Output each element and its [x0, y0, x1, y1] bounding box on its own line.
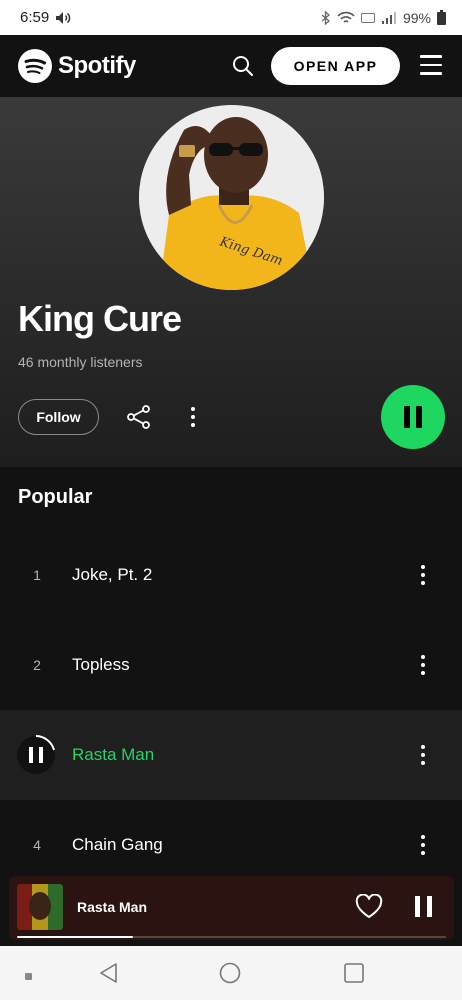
signal-icon [381, 11, 397, 25]
open-app-button[interactable]: OPEN APP [271, 47, 400, 85]
track-row[interactable]: 2 Topless [0, 620, 462, 710]
artist-avatar: King Dam [139, 105, 324, 290]
brand-name: Spotify [58, 52, 136, 79]
track-title: Rasta Man [72, 745, 155, 764]
search-icon[interactable] [232, 55, 256, 79]
album-art [17, 884, 63, 930]
follow-button[interactable]: Follow [18, 399, 99, 435]
now-playing-pause-icon[interactable] [16, 735, 56, 775]
track-number: 1 [33, 567, 41, 583]
track-more-icon[interactable] [413, 743, 433, 767]
artist-hero: King Dam King Cure 46 monthly listeners … [0, 97, 462, 467]
spotify-logo[interactable]: Spotify [18, 49, 136, 83]
heart-icon[interactable] [355, 893, 383, 920]
track-more-icon[interactable] [413, 833, 433, 857]
track-number: 2 [33, 657, 41, 673]
track-title: Topless [72, 655, 130, 674]
track-row[interactable]: 1 Joke, Pt. 2 [0, 530, 462, 620]
popular-heading: Popular [18, 486, 93, 508]
progress-fill [17, 936, 133, 938]
recents-dot-icon [25, 968, 33, 986]
monthly-listeners: 46 monthly listeners [18, 354, 143, 370]
mini-player[interactable]: Rasta Man [9, 876, 454, 940]
wifi-icon [337, 11, 355, 25]
progress-bar[interactable] [17, 936, 446, 938]
status-time: 6:59 [20, 9, 50, 26]
spotify-logo-icon [18, 49, 52, 83]
hamburger-menu-icon[interactable] [420, 55, 442, 77]
more-vertical-icon[interactable] [183, 404, 203, 430]
share-icon[interactable] [126, 404, 152, 430]
volume-icon [55, 11, 71, 25]
track-number: 4 [33, 837, 41, 853]
track-title: Joke, Pt. 2 [72, 565, 153, 584]
track-title: Chain Gang [72, 835, 163, 854]
status-bar: 6:59 99% [0, 0, 462, 35]
bluetooth-icon [321, 10, 331, 25]
system-nav-bar [0, 946, 462, 1000]
overview-icon[interactable] [343, 962, 365, 989]
hd-icon [360, 12, 375, 24]
artist-name: King Cure [18, 298, 182, 339]
pause-icon [404, 406, 422, 428]
track-row-playing[interactable]: Rasta Man [0, 710, 462, 800]
player-track-title: Rasta Man [77, 899, 148, 915]
battery-level: 99% [402, 9, 431, 26]
home-icon[interactable] [219, 962, 241, 989]
track-more-icon[interactable] [413, 563, 433, 587]
battery-icon [437, 10, 446, 25]
back-icon[interactable] [98, 962, 120, 989]
app-header: Spotify OPEN APP [0, 35, 462, 97]
track-more-icon[interactable] [413, 653, 433, 677]
player-pause-icon[interactable] [412, 894, 436, 920]
play-pause-button[interactable] [381, 385, 445, 449]
